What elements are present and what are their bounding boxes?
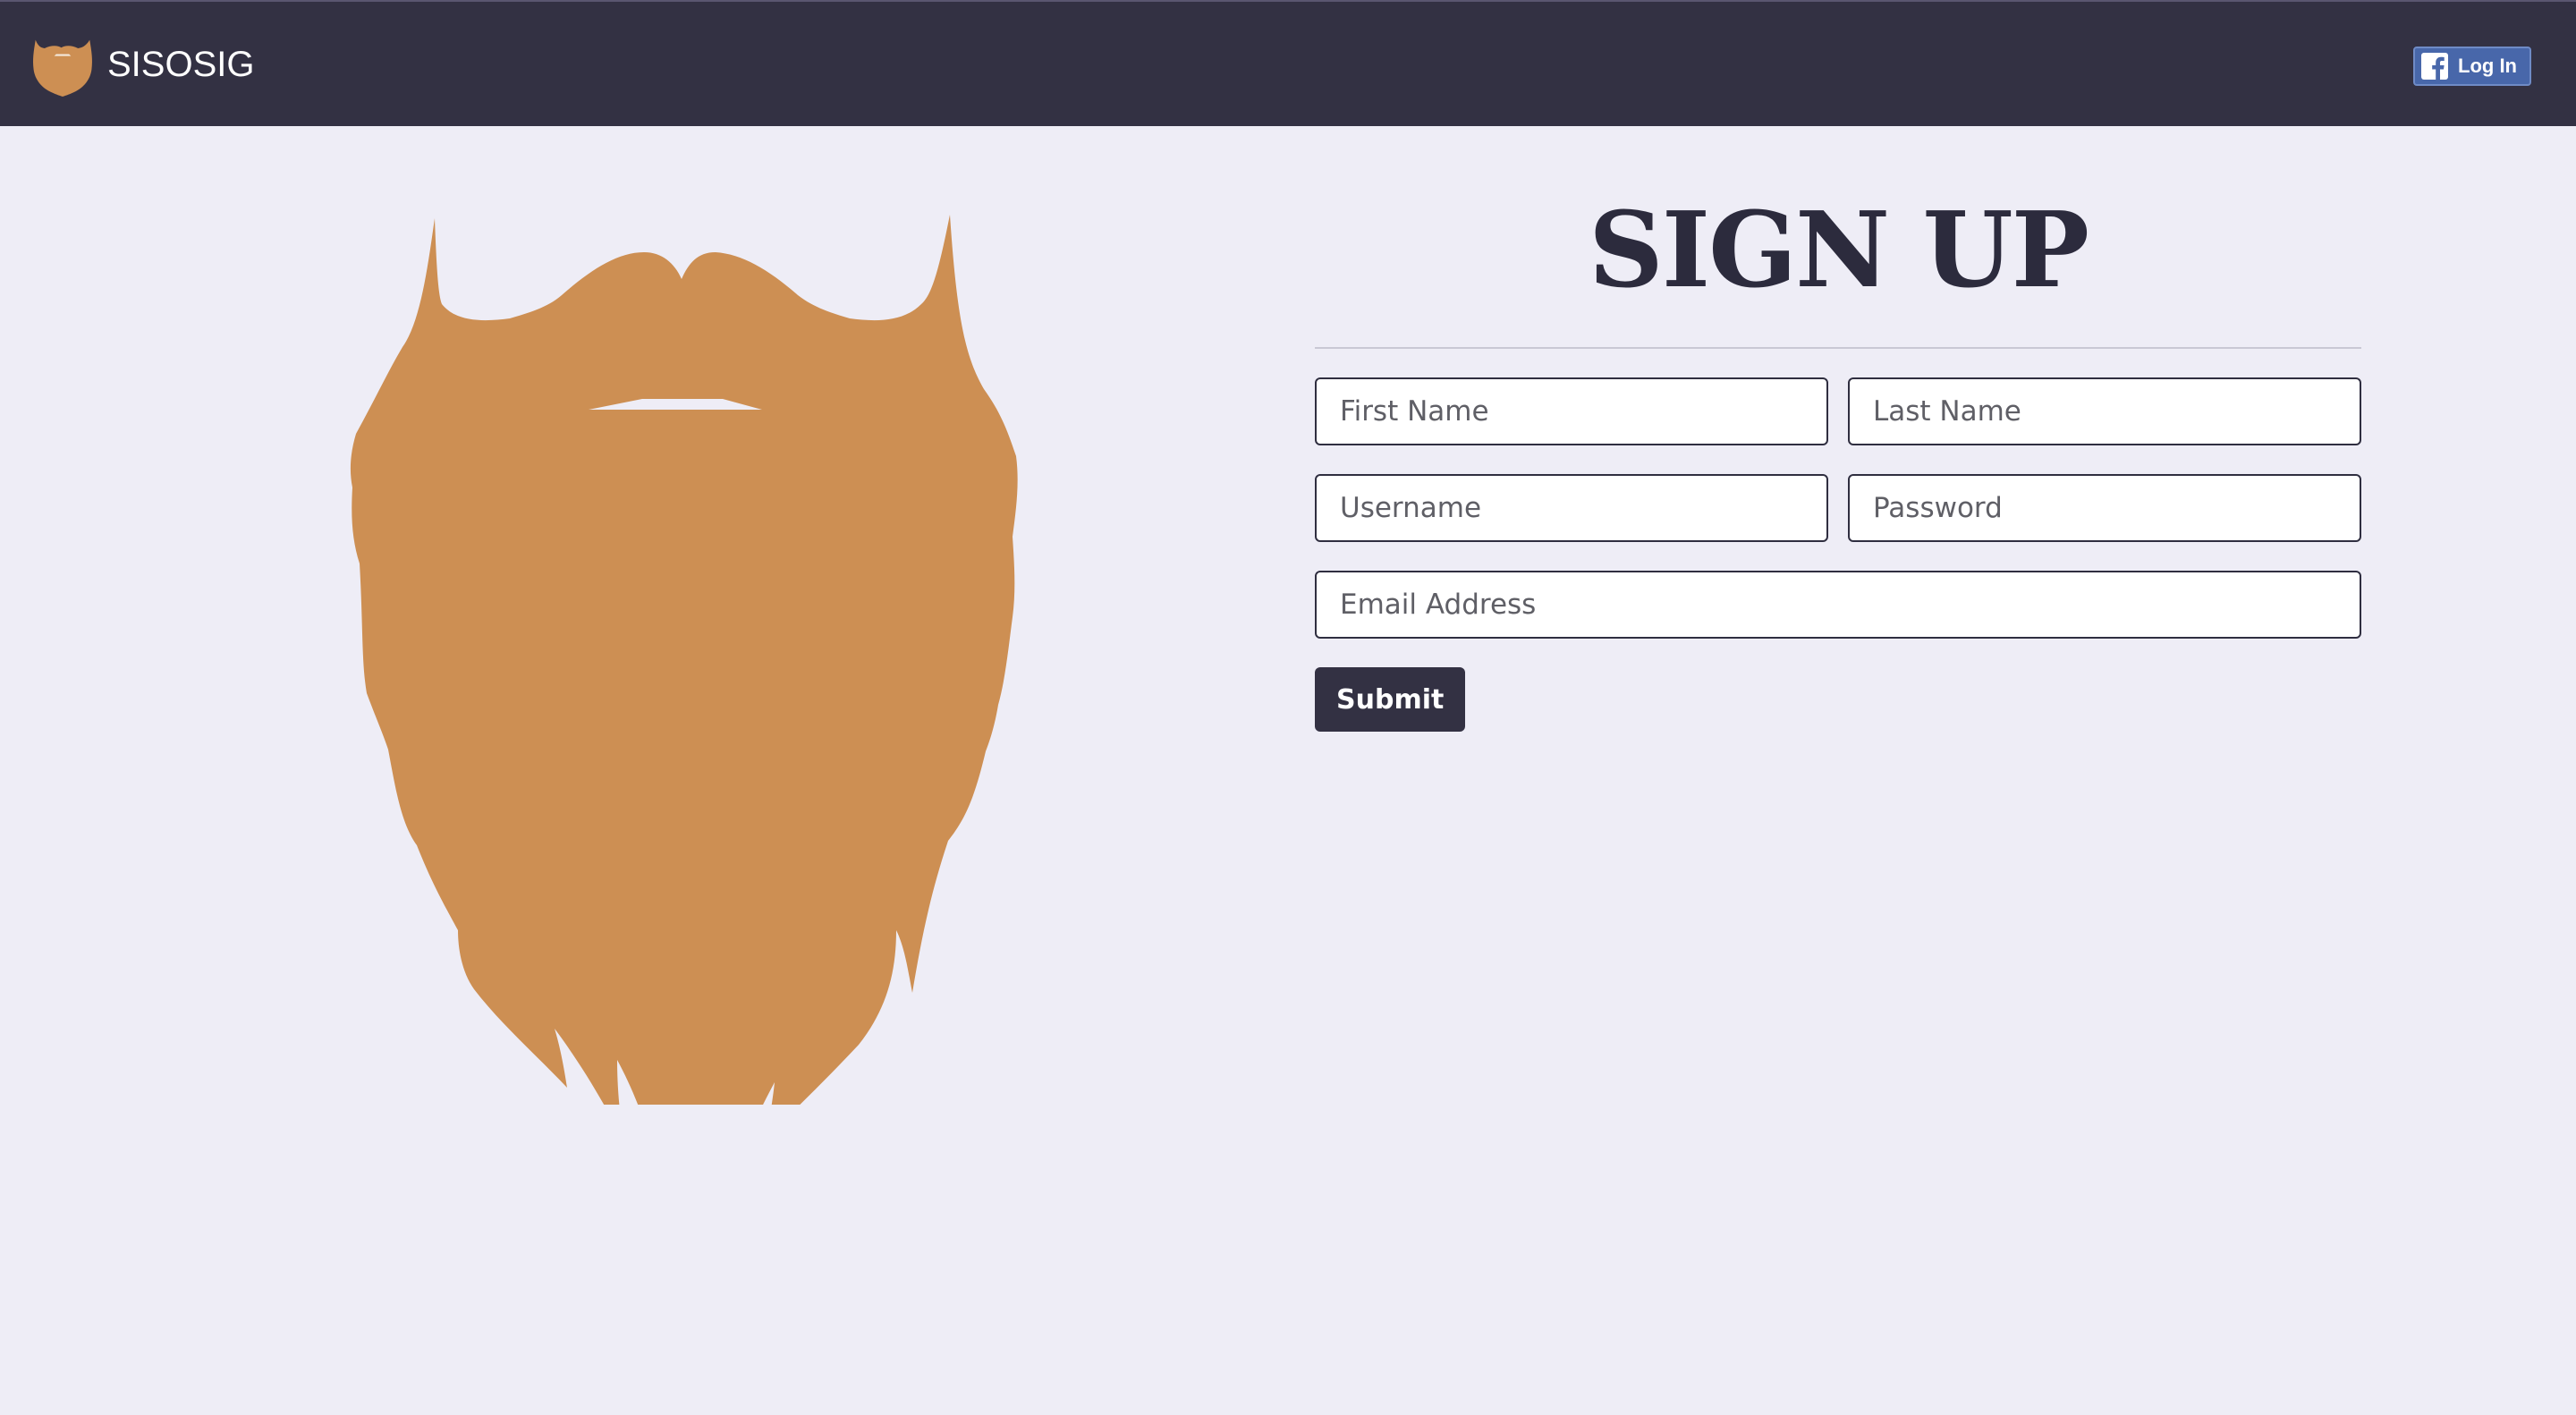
email-field[interactable] (1315, 571, 2361, 639)
username-field[interactable] (1315, 474, 1828, 542)
name-row (1315, 377, 2361, 445)
signup-form: SIGN UP Submit (1315, 179, 2361, 732)
top-navbar: SISOSIG Log In (0, 0, 2576, 126)
beard-icon (350, 215, 1018, 1105)
facebook-login-label: Log In (2458, 55, 2517, 77)
brand-link[interactable]: SISOSIG (30, 32, 255, 97)
first-name-field[interactable] (1315, 377, 1828, 445)
password-field[interactable] (1848, 474, 2361, 542)
facebook-icon (2421, 53, 2449, 80)
title-divider (1315, 347, 2361, 349)
submit-button[interactable]: Submit (1315, 667, 1466, 732)
beard-icon (33, 39, 92, 97)
email-row (1315, 571, 2361, 639)
brand-name: SISOSIG (107, 44, 255, 84)
page-title: SIGN UP (1589, 190, 2089, 311)
last-name-field[interactable] (1848, 377, 2361, 445)
credentials-row (1315, 474, 2361, 542)
facebook-login-button[interactable]: Log In (2413, 47, 2531, 86)
